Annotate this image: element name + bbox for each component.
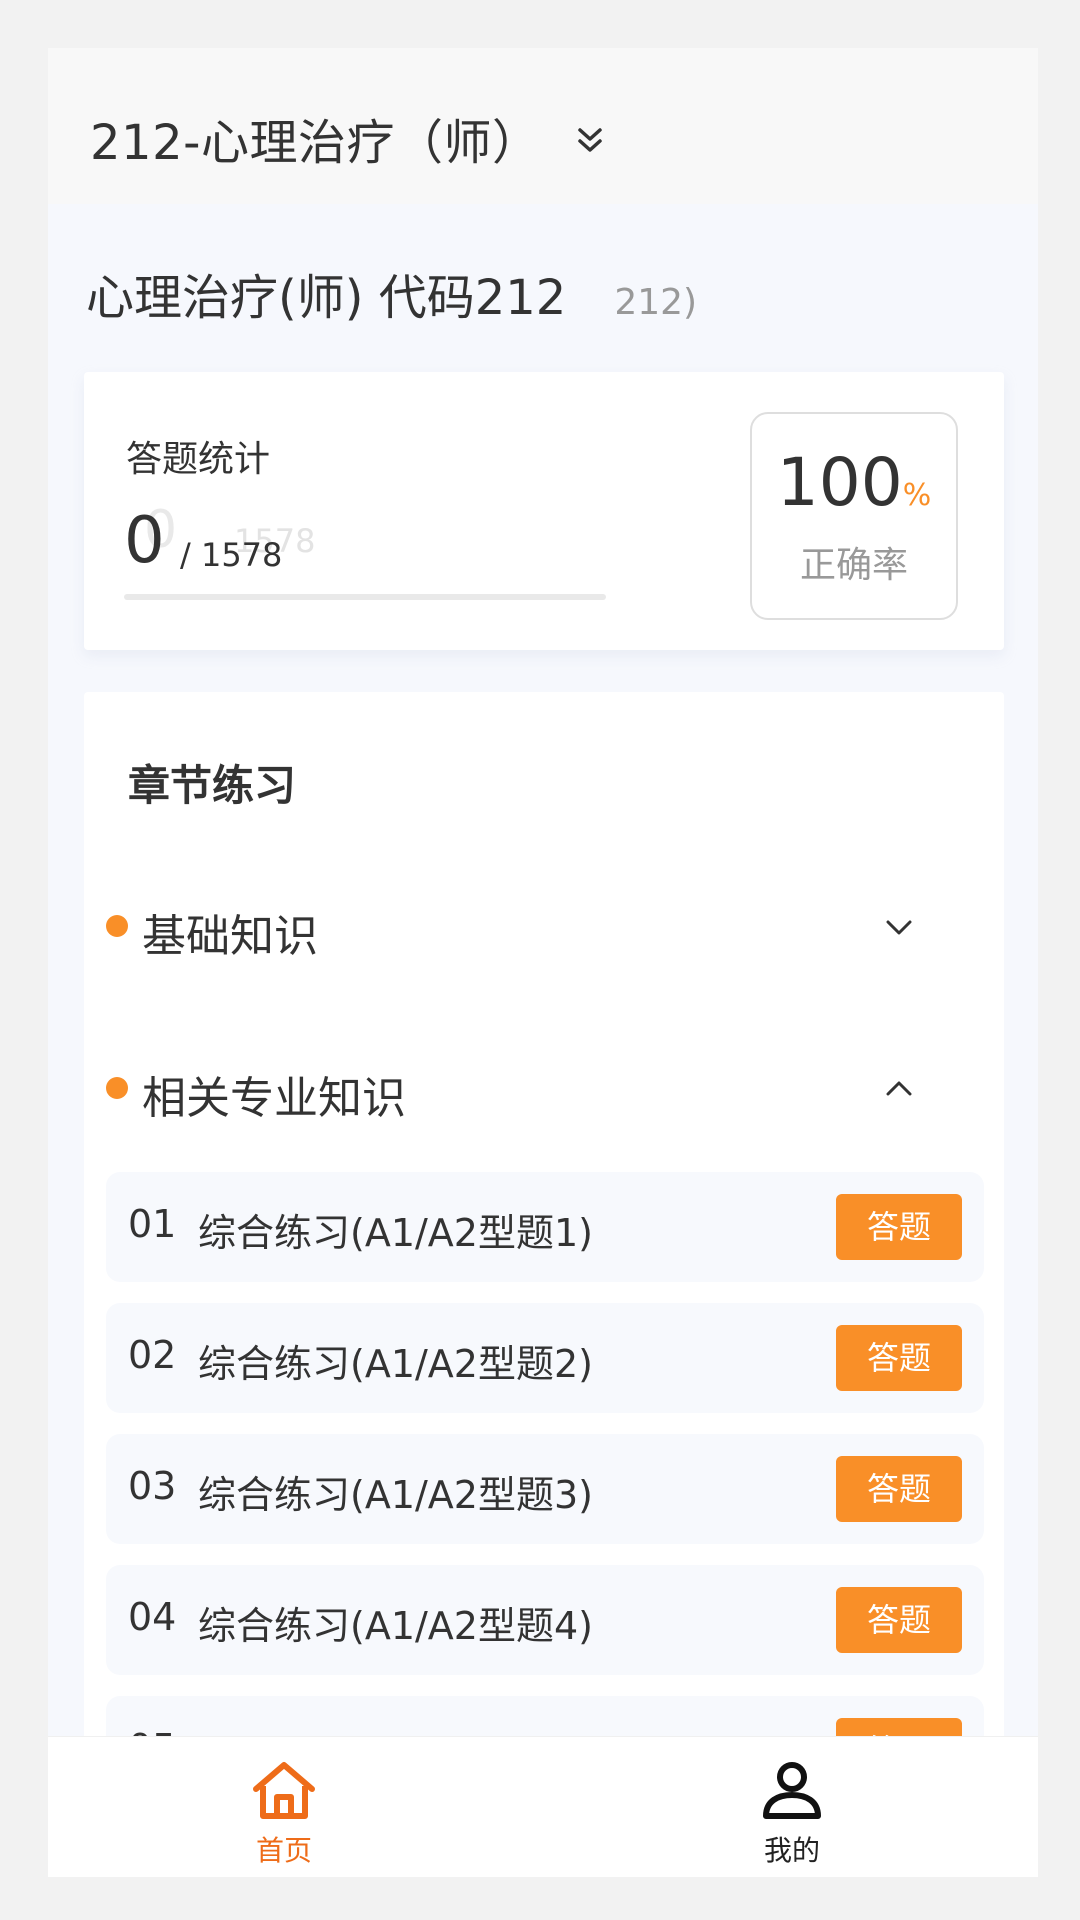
chapter-group-related[interactable]: 相关专业知识 xyxy=(106,1044,976,1134)
item-number: 02 xyxy=(128,1333,177,1377)
stats-label: 答题统计 xyxy=(126,439,271,480)
exam-title[interactable]: 212-心理治疗（师） xyxy=(90,103,540,173)
answer-button[interactable]: 答题 xyxy=(836,1325,962,1391)
user-icon xyxy=(763,1762,821,1819)
bullet-dot xyxy=(106,1077,128,1099)
answer-button[interactable]: 答题 xyxy=(836,1587,962,1653)
chapter-group-label: 相关专业知识 xyxy=(142,1073,406,1124)
item-name: 综合练习(A1/A2型题1) xyxy=(198,1211,593,1255)
answer-button[interactable]: 答题 xyxy=(836,1456,962,1522)
tab-me[interactable]: 我的 xyxy=(642,1737,942,1877)
home-icon xyxy=(253,1762,315,1819)
item-number: 01 xyxy=(128,1202,177,1246)
accuracy-number: 100 xyxy=(776,444,903,521)
tab-home-label: 首页 xyxy=(255,1834,312,1867)
chapter-heading: 章节练习 xyxy=(128,761,297,810)
list-item[interactable]: 02 综合练习(A1/A2型题2) 答题 xyxy=(106,1303,984,1413)
list-item[interactable]: 03 综合练习(A1/A2型题3) 答题 xyxy=(106,1434,984,1544)
chevron-up-icon[interactable] xyxy=(884,1074,914,1104)
chapter-group-label: 基础知识 xyxy=(142,911,318,962)
chapter-group-basic[interactable]: 基础知识 xyxy=(106,882,976,972)
chapter-practice-card: 章节练习 基础知识 相关专业知识 01 综合练习(A1/A2型题1) 答题 02… xyxy=(84,692,1004,1877)
item-name: 综合练习(A1/A2型题2) xyxy=(198,1342,593,1386)
stats-card: 答题统计 0 1578 0 / 1578 100% 正确率 xyxy=(84,372,1004,650)
subject-code: 212) xyxy=(614,282,698,323)
chevron-down-icon[interactable] xyxy=(884,912,914,942)
progress-bar xyxy=(124,594,606,600)
header-bar: 212-心理治疗（师） xyxy=(48,48,1038,204)
bottom-nav: 首页 我的 xyxy=(48,1736,1038,1877)
answered-count: 0 xyxy=(124,504,165,578)
tab-me-label: 我的 xyxy=(763,1834,820,1867)
tab-home[interactable]: 首页 xyxy=(134,1737,434,1877)
item-name: 综合练习(A1/A2型题4) xyxy=(198,1604,593,1648)
list-item[interactable]: 04 综合练习(A1/A2型题4) 答题 xyxy=(106,1565,984,1675)
subject-title: 心理治疗(师) 代码212 212) xyxy=(86,258,697,328)
total-count: / 1578 xyxy=(180,536,283,574)
item-number: 03 xyxy=(128,1464,177,1508)
accuracy-box: 100% 正确率 xyxy=(750,412,958,620)
double-chevron-down-icon[interactable] xyxy=(574,120,606,160)
bullet-dot xyxy=(106,915,128,937)
app-screen: 212-心理治疗（师） 心理治疗(师) 代码212 212) 答题统计 0 157… xyxy=(48,48,1038,1877)
accuracy-unit: % xyxy=(902,478,932,513)
accuracy-value: 100% xyxy=(752,444,956,521)
accuracy-label: 正确率 xyxy=(799,545,908,586)
item-name: 综合练习(A1/A2型题3) xyxy=(198,1473,593,1517)
item-number: 04 xyxy=(128,1595,177,1639)
subject-name: 心理治疗(师) 代码212 xyxy=(86,270,567,326)
list-item[interactable]: 01 综合练习(A1/A2型题1) 答题 xyxy=(106,1172,984,1282)
answer-button[interactable]: 答题 xyxy=(836,1194,962,1260)
